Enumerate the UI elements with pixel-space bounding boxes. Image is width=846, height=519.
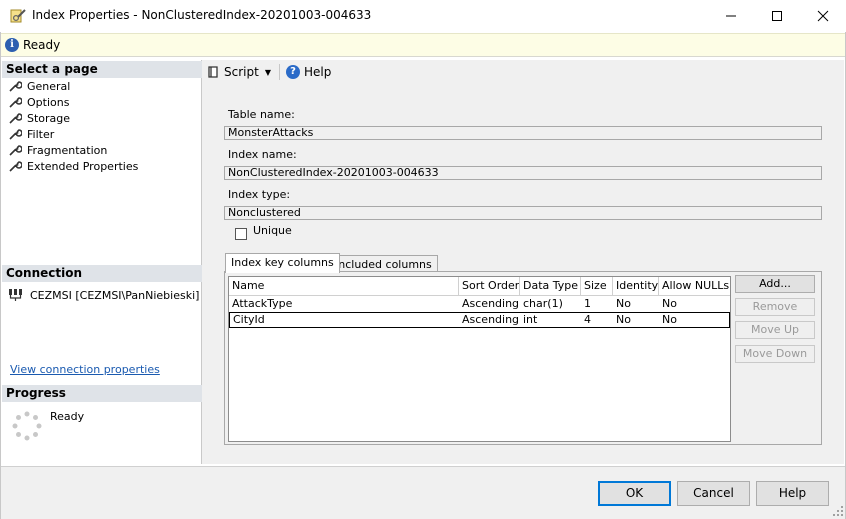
wrench-icon bbox=[9, 81, 22, 92]
page-item-options[interactable]: Options bbox=[8, 94, 69, 110]
progress-heading: Progress bbox=[2, 385, 202, 402]
cell-size: 4 bbox=[584, 313, 591, 326]
page-item-filter[interactable]: Filter bbox=[8, 126, 54, 142]
cell-size: 1 bbox=[584, 297, 591, 310]
cell-allow-nulls: No bbox=[662, 297, 677, 310]
close-icon bbox=[817, 10, 829, 22]
table-name-label: Table name: bbox=[228, 108, 295, 121]
cell-sort-order: Ascending bbox=[462, 297, 520, 310]
index-name-field: NonClusteredIndex-20201003-004633 bbox=[224, 166, 822, 180]
dropdown-arrow-icon[interactable]: ▼ bbox=[265, 68, 271, 77]
app-icon bbox=[10, 9, 26, 23]
script-icon bbox=[208, 66, 218, 78]
tab-index-key-columns[interactable]: Index key columns bbox=[225, 253, 340, 273]
cell-name: AttackType bbox=[232, 297, 293, 310]
connection-info: CEZMSI [CEZMSI\PanNiebieski] bbox=[8, 288, 199, 302]
move-down-button[interactable]: Move Down bbox=[735, 345, 815, 363]
page-item-label: Fragmentation bbox=[27, 143, 108, 157]
page-item-storage[interactable]: Storage bbox=[8, 110, 70, 126]
page-item-fragmentation[interactable]: Fragmentation bbox=[8, 142, 107, 158]
index-columns-grid: Name Sort Order Data Type Size Identity … bbox=[228, 276, 731, 442]
page-item-general[interactable]: General bbox=[8, 78, 70, 94]
column-header[interactable]: Name bbox=[229, 277, 459, 296]
column-header[interactable]: Size bbox=[581, 277, 613, 296]
page-item-label: General bbox=[27, 79, 71, 93]
column-header[interactable]: Sort Order bbox=[459, 277, 520, 296]
help-button[interactable]: ? Help bbox=[285, 65, 332, 79]
dialog-button-bar: OK Cancel Help bbox=[0, 466, 846, 519]
title-bar: Index Properties - NonClusteredIndex-202… bbox=[0, 0, 846, 32]
close-button[interactable] bbox=[800, 0, 846, 32]
info-icon: i bbox=[5, 38, 19, 52]
help-label: Help bbox=[303, 65, 332, 79]
status-text: Ready bbox=[23, 38, 61, 52]
page-item-label: Storage bbox=[27, 111, 71, 125]
progress-spinner-icon bbox=[12, 411, 42, 441]
connection-text: CEZMSI [CEZMSI\PanNiebieski] bbox=[30, 288, 200, 302]
page-item-label: Options bbox=[27, 95, 70, 109]
page-item-label: Extended Properties bbox=[27, 159, 139, 173]
window-title: Index Properties - NonClusteredIndex-202… bbox=[32, 8, 372, 22]
connection-heading: Connection bbox=[2, 265, 202, 282]
add-column-button[interactable]: Add... bbox=[735, 275, 815, 293]
window-border bbox=[0, 32, 1, 519]
table-row[interactable]: CityId Ascending int 4 No No bbox=[229, 312, 730, 328]
column-header[interactable]: Allow NULLs bbox=[659, 277, 730, 296]
toolbar-separator bbox=[278, 64, 280, 80]
cell-identity: No bbox=[616, 313, 631, 326]
wrench-icon bbox=[9, 161, 22, 172]
cell-data-type: char(1) bbox=[523, 297, 563, 310]
unique-label: Unique bbox=[253, 224, 292, 237]
toolbar: Script ▼ ? Help bbox=[202, 60, 844, 84]
minimize-icon bbox=[726, 15, 736, 17]
cell-sort-order: Ascending bbox=[462, 313, 520, 326]
table-row[interactable]: AttackType Ascending char(1) 1 No No bbox=[229, 297, 730, 313]
cell-allow-nulls: No bbox=[662, 313, 677, 326]
script-label: Script bbox=[224, 65, 259, 79]
ok-button[interactable]: OK bbox=[598, 481, 671, 506]
wrench-icon bbox=[9, 113, 22, 124]
cell-identity: No bbox=[616, 297, 631, 310]
column-header[interactable]: Identity bbox=[613, 277, 659, 296]
maximize-button[interactable] bbox=[754, 0, 800, 32]
wrench-icon bbox=[9, 129, 22, 140]
wrench-icon bbox=[9, 97, 22, 108]
wrench-icon bbox=[9, 145, 22, 156]
page-item-extended-properties[interactable]: Extended Properties bbox=[8, 158, 138, 174]
index-type-field: Nonclustered bbox=[224, 206, 822, 220]
table-name-field: MonsterAttacks bbox=[224, 126, 822, 140]
cell-data-type: int bbox=[523, 313, 538, 326]
select-page-heading: Select a page bbox=[2, 61, 202, 78]
resize-grip-icon[interactable] bbox=[832, 505, 844, 517]
script-button[interactable]: Script ▼ bbox=[206, 65, 271, 79]
column-header[interactable]: Data Type bbox=[520, 277, 581, 296]
status-bar: i Ready bbox=[0, 33, 846, 57]
progress-text: Ready bbox=[50, 410, 85, 423]
left-pane: Select a page General Options Storage Fi… bbox=[2, 60, 202, 464]
right-pane: Script ▼ ? Help Table name: MonsterAttac… bbox=[202, 60, 844, 464]
server-connection-icon bbox=[9, 289, 22, 301]
page-item-label: Filter bbox=[27, 127, 55, 141]
index-name-label: Index name: bbox=[228, 148, 297, 161]
index-type-label: Index type: bbox=[228, 188, 291, 201]
maximize-icon bbox=[772, 11, 782, 21]
index-key-columns-panel: Name Sort Order Data Type Size Identity … bbox=[224, 271, 822, 445]
view-connection-properties-link[interactable]: View connection properties bbox=[10, 363, 160, 376]
help-icon: ? bbox=[285, 65, 300, 79]
grid-header: Name Sort Order Data Type Size Identity … bbox=[229, 277, 730, 296]
help-dialog-button[interactable]: Help bbox=[756, 481, 829, 506]
move-up-button[interactable]: Move Up bbox=[735, 321, 815, 339]
minimize-button[interactable] bbox=[708, 0, 754, 32]
remove-column-button[interactable]: Remove bbox=[735, 298, 815, 316]
cancel-button[interactable]: Cancel bbox=[677, 481, 750, 506]
cell-name: CityId bbox=[233, 313, 265, 326]
unique-checkbox[interactable] bbox=[235, 228, 247, 240]
